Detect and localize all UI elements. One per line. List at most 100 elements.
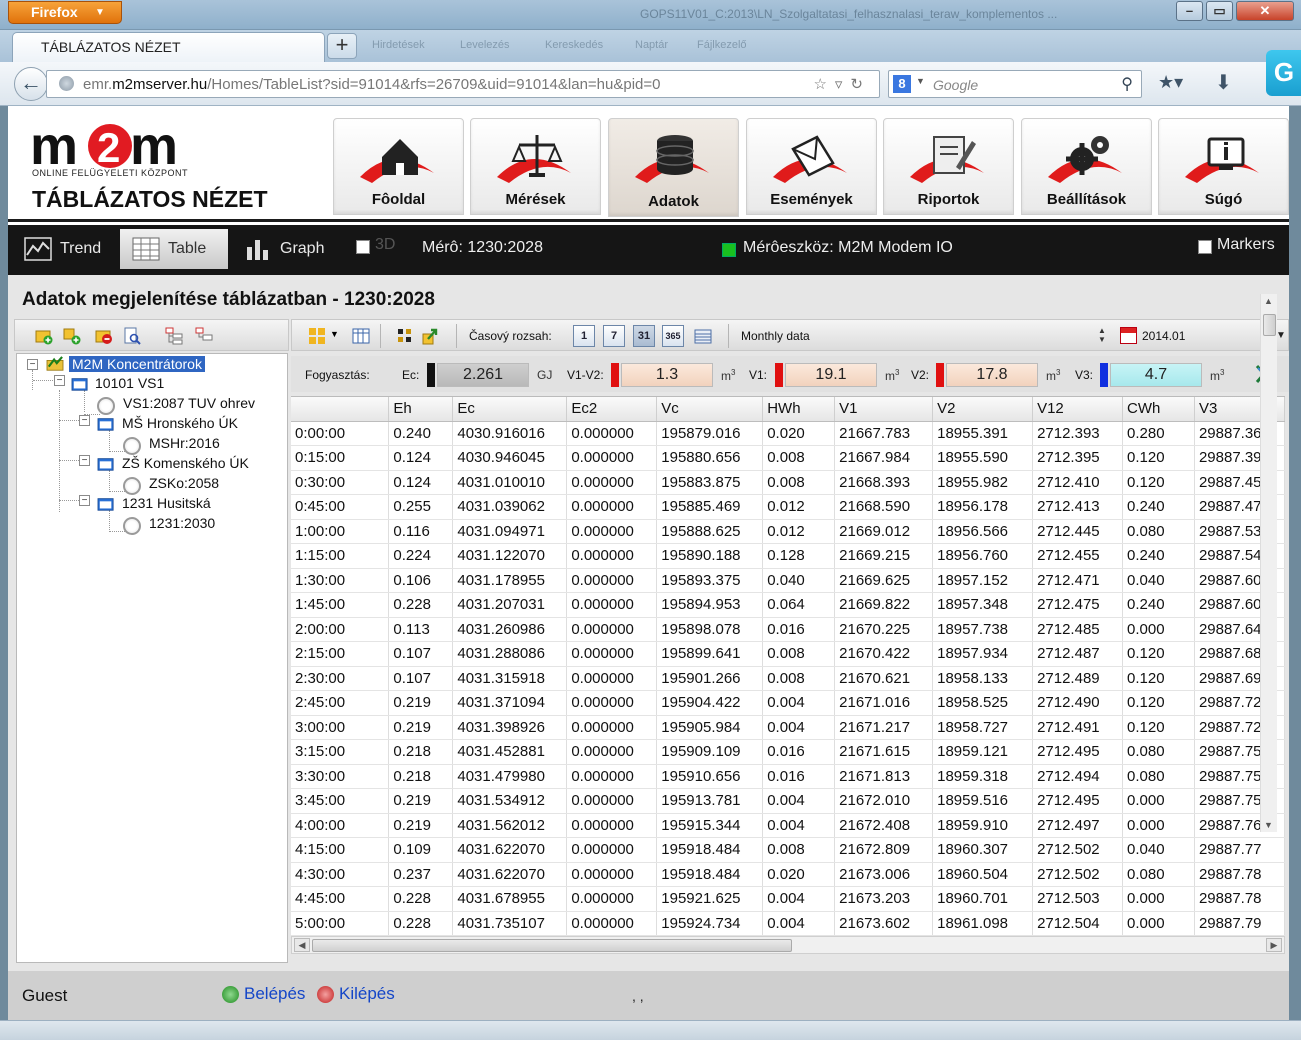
tree-node-mshr-2016[interactable]: MSHr:2016	[123, 435, 220, 455]
column-header[interactable]: V12	[1032, 397, 1124, 422]
table-row[interactable]: 4:30:00 0.237 4031.622070 0.000000 195918.48…	[291, 862, 1285, 887]
scrollbar-thumb[interactable]	[312, 939, 792, 952]
table-row[interactable]: 2:45:00 0.219 4031.371094 0.000000 195904.42…	[291, 690, 1285, 716]
collapse-toggle[interactable]: −	[79, 455, 90, 466]
nav-tab-help[interactable]: Súgó	[1158, 118, 1289, 215]
calendar-icon[interactable]	[1120, 327, 1137, 344]
close-window-button[interactable]: ✕	[1236, 1, 1294, 21]
download-icon[interactable]: ⬇	[1215, 70, 1232, 95]
collapse-toggle[interactable]: −	[54, 375, 65, 386]
add-item-icon[interactable]	[63, 327, 81, 345]
scroll-down-icon[interactable]: ▼	[1264, 820, 1273, 830]
back-button[interactable]: ←	[14, 67, 48, 101]
new-tab-button[interactable]: +	[327, 33, 357, 59]
tree-node-10101[interactable]: 10101 VS1	[69, 375, 164, 391]
table-row[interactable]: 2:00:00 0.113 4031.260986 0.000000 195898.07…	[291, 617, 1285, 642]
star-reload-icons[interactable]: ☆▿↻	[813, 75, 871, 93]
table-row[interactable]: 4:15:00 0.109 4031.622070 0.000000 195918.48…	[291, 837, 1285, 863]
table-row[interactable]: 1:00:00 0.116 4031.094971 0.000000 195888.62…	[291, 519, 1285, 544]
group-icon[interactable]	[396, 327, 414, 345]
column-header[interactable]	[291, 397, 390, 422]
browser-tab-active[interactable]: TÁBLÁZATOS NÉZET	[12, 32, 325, 62]
table-view-button[interactable]: Table	[120, 229, 228, 269]
maximize-button[interactable]: ▭	[1206, 1, 1233, 21]
tree-node-husitska[interactable]: 1231 Husitská	[95, 495, 211, 511]
horizontal-scrollbar[interactable]: ◀ ▶	[291, 936, 1285, 954]
table-row[interactable]: 3:45:00 0.219 4031.534912 0.000000 195913.78…	[291, 788, 1285, 814]
range-1-day-button[interactable]: 1	[573, 325, 595, 347]
nav-tab-measurements[interactable]: Mérések	[470, 118, 601, 215]
collapse-toggle[interactable]: −	[79, 415, 90, 426]
table-row[interactable]: 0:15:00 0.124 4030.946045 0.000000 195880.65…	[291, 445, 1285, 471]
collapse-toggle[interactable]: −	[27, 359, 38, 370]
scrollbar-thumb[interactable]	[1263, 314, 1276, 336]
table-row[interactable]: 4:00:00 0.219 4031.562012 0.000000 195915.34…	[291, 813, 1285, 838]
export-arrow-icon[interactable]	[422, 327, 440, 345]
search-icon[interactable]: ⚲	[1121, 74, 1133, 94]
table-row[interactable]: 4:45:00 0.228 4031.678955 0.000000 195921.62…	[291, 886, 1285, 912]
nav-tab-settings[interactable]: Beállítások	[1021, 118, 1152, 215]
table-row[interactable]: 2:30:00 0.107 4031.315918 0.000000 195901.26…	[291, 666, 1285, 691]
graph-view-button[interactable]: Graph	[232, 229, 328, 269]
google-extension-icon[interactable]: G	[1266, 50, 1301, 96]
column-header[interactable]: Vc	[656, 397, 764, 422]
column-header[interactable]: CWh	[1122, 397, 1195, 422]
layout-icon[interactable]	[308, 327, 326, 345]
table-row[interactable]: 1:15:00 0.224 4031.122070 0.000000 195890.18…	[291, 543, 1285, 569]
expand-tree-icon[interactable]	[165, 327, 183, 345]
add-folder-icon[interactable]	[35, 327, 53, 345]
minimize-button[interactable]: –	[1176, 1, 1203, 21]
collapse-tree-icon[interactable]	[195, 327, 213, 345]
table-row[interactable]: 3:00:00 0.219 4031.398926 0.000000 195905.98…	[291, 715, 1285, 740]
table-row[interactable]: 2:15:00 0.107 4031.288086 0.000000 195899.64…	[291, 641, 1285, 667]
search-document-icon[interactable]	[123, 327, 141, 345]
url-bar[interactable]: emr.m2mserver.hu/Homes/TableList?sid=910…	[46, 70, 880, 98]
table-row[interactable]: 1:45:00 0.228 4031.207031 0.000000 195894.95…	[291, 592, 1285, 618]
range-31-days-button[interactable]: 31	[633, 325, 655, 347]
tree-node-zs-komenskeho[interactable]: ZŠ Komenského ÚK	[95, 455, 249, 471]
bookmarks-star-icon[interactable]: ★▾	[1158, 72, 1183, 93]
table-row[interactable]: 0:00:00 0.240 4030.916016 0.000000 195879.01…	[291, 421, 1285, 446]
range-365-days-button[interactable]: 365	[662, 325, 684, 347]
table-row[interactable]: 3:30:00 0.218 4031.479980 0.000000 195910.65…	[291, 764, 1285, 789]
spinner-arrows-icon[interactable]: ▲ ▼	[1098, 326, 1106, 344]
logout-link[interactable]: Kilépés	[317, 984, 395, 1004]
scroll-right-icon[interactable]: ▶	[1266, 938, 1282, 952]
tree-node-zsko-2058[interactable]: ZSKo:2058	[123, 475, 219, 495]
scroll-up-icon[interactable]: ▲	[1264, 296, 1273, 306]
nav-tab-data[interactable]: Adatok	[608, 118, 739, 217]
tree-node-1231-2030[interactable]: 1231:2030	[123, 515, 215, 535]
column-header[interactable]: Ec	[452, 397, 568, 422]
delete-item-icon[interactable]	[95, 327, 113, 345]
table-row[interactable]: 0:45:00 0.255 4031.039062 0.000000 195885.46…	[291, 494, 1285, 520]
nav-tab-events[interactable]: Események	[746, 118, 877, 215]
column-header[interactable]: V1	[834, 397, 934, 422]
vertical-scrollbar[interactable]: ▲ ▼	[1260, 294, 1277, 832]
login-link[interactable]: Belépés	[222, 984, 305, 1004]
table-row[interactable]: 0:30:00 0.124 4031.010010 0.000000 195883.87…	[291, 470, 1285, 495]
period-value[interactable]: 2014.01	[1142, 329, 1185, 343]
scroll-left-icon[interactable]: ◀	[294, 938, 310, 952]
column-header[interactable]: HWh	[762, 397, 836, 422]
markers-checkbox[interactable]	[1198, 240, 1212, 254]
column-header[interactable]: V2	[932, 397, 1034, 422]
3d-checkbox[interactable]	[356, 240, 370, 254]
tree-node-root[interactable]: M2M Koncentrátorok	[44, 356, 205, 372]
chevron-down-icon[interactable]: ▼	[1276, 330, 1286, 341]
tree-node-vs1-2087[interactable]: VS1:2087 TUV ohrev	[97, 395, 255, 415]
table-row[interactable]: 1:30:00 0.106 4031.178955 0.000000 195893.37…	[291, 568, 1285, 593]
table-row[interactable]: 5:00:00 0.228 4031.735107 0.000000 195924.73…	[291, 911, 1285, 936]
nav-tab-reports[interactable]: Riportok	[883, 118, 1014, 215]
trend-view-button[interactable]: Trend	[12, 229, 116, 269]
calendar-stack-icon[interactable]	[694, 327, 712, 345]
firefox-menu-button[interactable]: Firefox ▼	[8, 1, 122, 24]
tree-node-ms-hronskeho[interactable]: MŠ Hronského ÚK	[95, 415, 238, 431]
search-input[interactable]: 8 ▼ Google ⚲	[888, 70, 1142, 98]
table-row[interactable]: 3:15:00 0.218 4031.452881 0.000000 195909.10…	[291, 739, 1285, 765]
column-header[interactable]: Ec2	[566, 397, 658, 422]
collapse-toggle[interactable]: −	[79, 495, 90, 506]
nav-tab-home[interactable]: Fôoldal	[333, 118, 464, 215]
column-header[interactable]: Eh	[388, 397, 454, 422]
chevron-down-icon[interactable]: ▼	[330, 329, 339, 339]
grid-columns-icon[interactable]	[352, 327, 370, 345]
